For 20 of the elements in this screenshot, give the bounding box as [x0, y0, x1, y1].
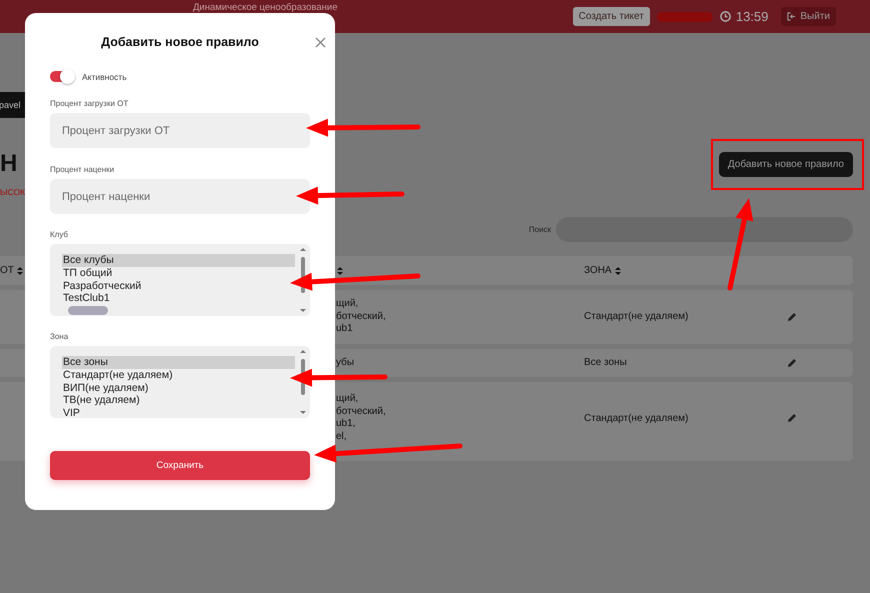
table-cell-text: щий, [336, 298, 360, 310]
toggle-label: Активность [82, 72, 127, 82]
clock-time: 13:59 [736, 9, 768, 24]
field-label: Зона [50, 332, 70, 341]
table-cell-text: ботческий, [336, 406, 387, 418]
field-label: Клуб [50, 230, 69, 239]
table-cell-text: щий, [336, 393, 360, 406]
table-cell-text: ub1, [336, 418, 356, 430]
table-cell-text: Стандарт(не удаляем) [584, 412, 690, 424]
search-label: Поиск [528, 225, 551, 234]
table-cell-text: ub1 [336, 323, 354, 336]
table-cell-text: убы [336, 356, 356, 369]
dialog-title: Добавить новое правило [101, 35, 259, 49]
page-title: Динамическое ценообразование [193, 2, 338, 13]
table-cell-text: Все зоны [584, 357, 628, 368]
page-heading: Н [0, 150, 18, 178]
table-cell-text: Стандарт(не удаляем) [584, 311, 690, 322]
table-cell-text: el, [336, 430, 348, 443]
table-cell-text: ботческий, [336, 310, 387, 323]
field-label: Процент наценки [50, 165, 116, 174]
